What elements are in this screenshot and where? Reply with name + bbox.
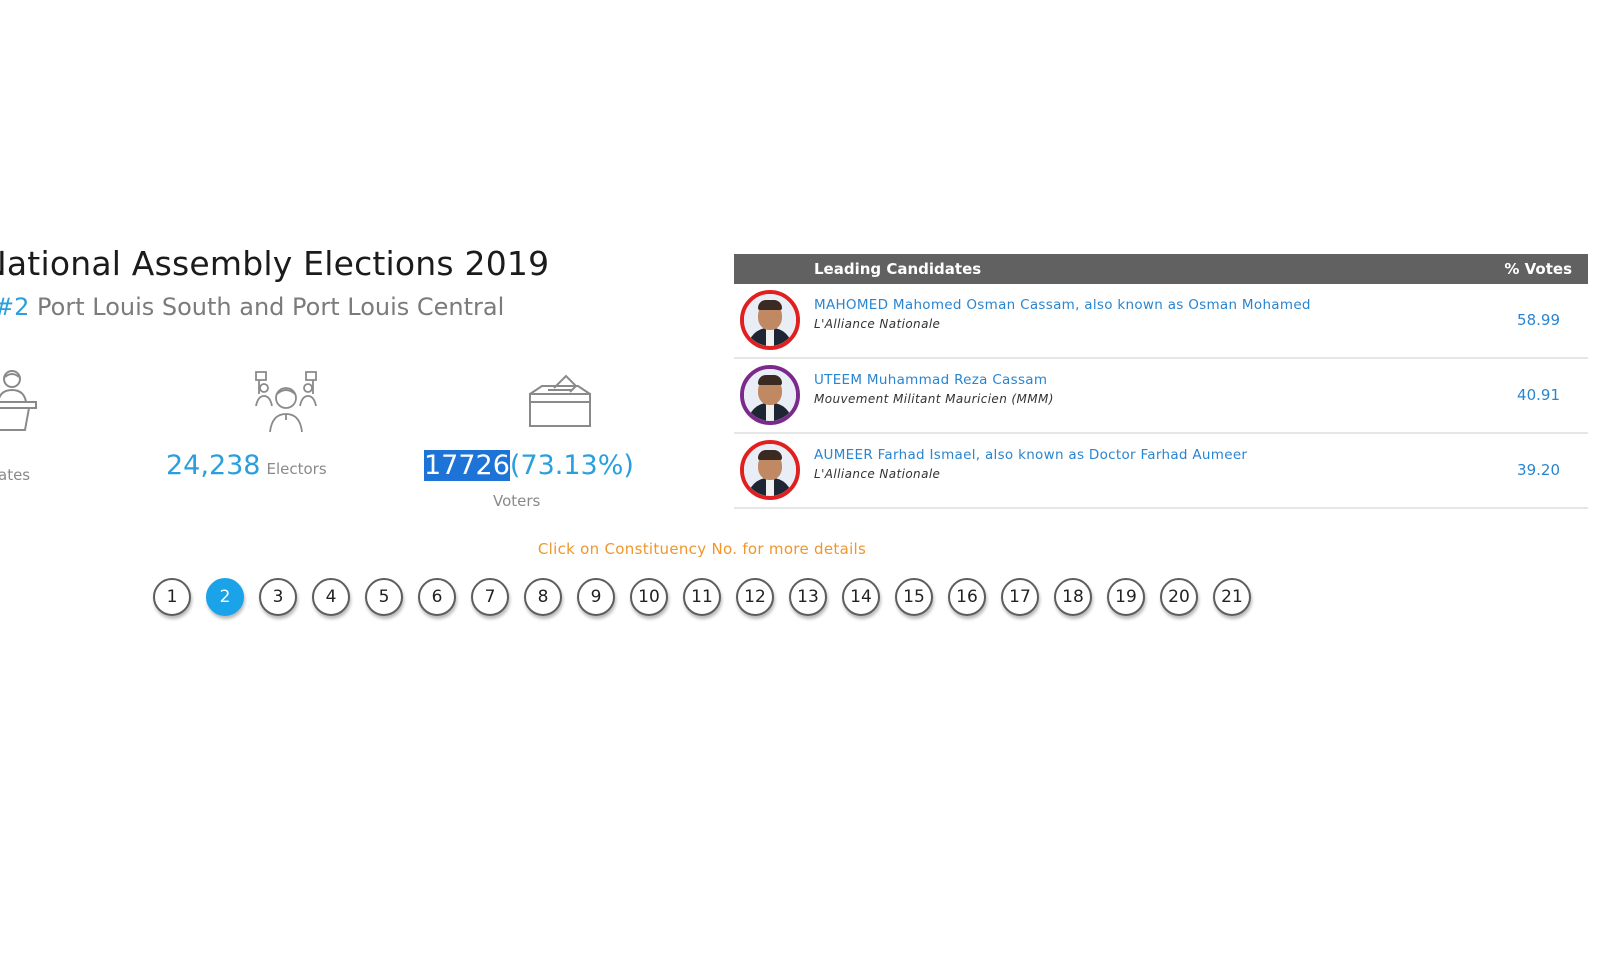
ballot-box-icon (526, 372, 594, 430)
voters-value: 17726(73.13%) (424, 450, 634, 481)
voters-count-selected: 17726 (424, 450, 510, 481)
constituency-button-6[interactable]: 6 (418, 578, 456, 616)
constituency-button-20[interactable]: 20 (1160, 578, 1198, 616)
table-header: Leading Candidates % Votes (734, 254, 1588, 284)
constituency-subtitle: #2 Port Louis South and Port Louis Centr… (0, 293, 504, 321)
electors-icon (250, 370, 322, 434)
constituency-button-7[interactable]: 7 (471, 578, 509, 616)
voters-label: Voters (493, 492, 541, 510)
candidate-name[interactable]: UTEEM Muhammad Reza Cassam (814, 372, 1047, 388)
candidate-row[interactable]: AUMEER Farhad Ismael, also known as Doct… (734, 434, 1588, 509)
candidates-label: ates (0, 466, 31, 484)
constituency-button-14[interactable]: 14 (842, 578, 880, 616)
candidate-party: L'Alliance Nationale (814, 317, 941, 331)
candidate-podium-icon (0, 368, 42, 434)
candidate-vote-percent: 39.20 (1517, 461, 1560, 479)
constituency-button-16[interactable]: 16 (948, 578, 986, 616)
constituency-button-13[interactable]: 13 (789, 578, 827, 616)
constituency-button-9[interactable]: 9 (577, 578, 615, 616)
header-votes: % Votes (1504, 260, 1572, 278)
voters-percent: (73.13%) (509, 450, 634, 481)
constituency-button-4[interactable]: 4 (312, 578, 350, 616)
candidate-row[interactable]: UTEEM Muhammad Reza Cassam Mouvement Mil… (734, 359, 1588, 434)
constituency-button-12[interactable]: 12 (736, 578, 774, 616)
constituency-number: #2 (0, 293, 30, 321)
constituency-button-2[interactable]: 2 (206, 578, 244, 616)
candidate-photo (740, 290, 800, 350)
page: National Assembly Elections 2019 #2 Port… (0, 0, 1600, 960)
candidate-photo (740, 440, 800, 500)
candidate-photo (740, 365, 800, 425)
leading-candidates-table: Leading Candidates % Votes MAHOMED Mahom… (734, 254, 1588, 509)
constituency-button-17[interactable]: 17 (1001, 578, 1039, 616)
constituency-button-8[interactable]: 8 (524, 578, 562, 616)
candidate-party: Mouvement Militant Mauricien (MMM) (814, 392, 1054, 406)
electors-value: 24,238 (166, 450, 261, 481)
candidate-vote-percent: 58.99 (1517, 311, 1560, 329)
header-candidates: Leading Candidates (814, 260, 982, 278)
constituency-button-15[interactable]: 15 (895, 578, 933, 616)
constituency-hint: Click on Constituency No. for more detai… (537, 540, 867, 558)
candidate-row[interactable]: MAHOMED Mahomed Osman Cassam, also known… (734, 284, 1588, 359)
candidate-name[interactable]: AUMEER Farhad Ismael, also known as Doct… (814, 447, 1247, 463)
constituency-button-1[interactable]: 1 (153, 578, 191, 616)
candidate-vote-percent: 40.91 (1517, 386, 1560, 404)
candidate-party: L'Alliance Nationale (814, 467, 941, 481)
constituency-button-5[interactable]: 5 (365, 578, 403, 616)
constituency-button-19[interactable]: 19 (1107, 578, 1145, 616)
constituency-button-10[interactable]: 10 (630, 578, 668, 616)
page-title: National Assembly Elections 2019 (0, 244, 550, 283)
electors-label: Electors (266, 460, 327, 478)
constituency-button-18[interactable]: 18 (1054, 578, 1092, 616)
candidate-name[interactable]: MAHOMED Mahomed Osman Cassam, also known… (814, 297, 1311, 313)
constituency-button-3[interactable]: 3 (259, 578, 297, 616)
constituency-button-11[interactable]: 11 (683, 578, 721, 616)
electors-stat: 24,238 Electors (166, 450, 327, 481)
constituency-name: Port Louis South and Port Louis Central (37, 293, 505, 321)
constituency-button-21[interactable]: 21 (1213, 578, 1251, 616)
